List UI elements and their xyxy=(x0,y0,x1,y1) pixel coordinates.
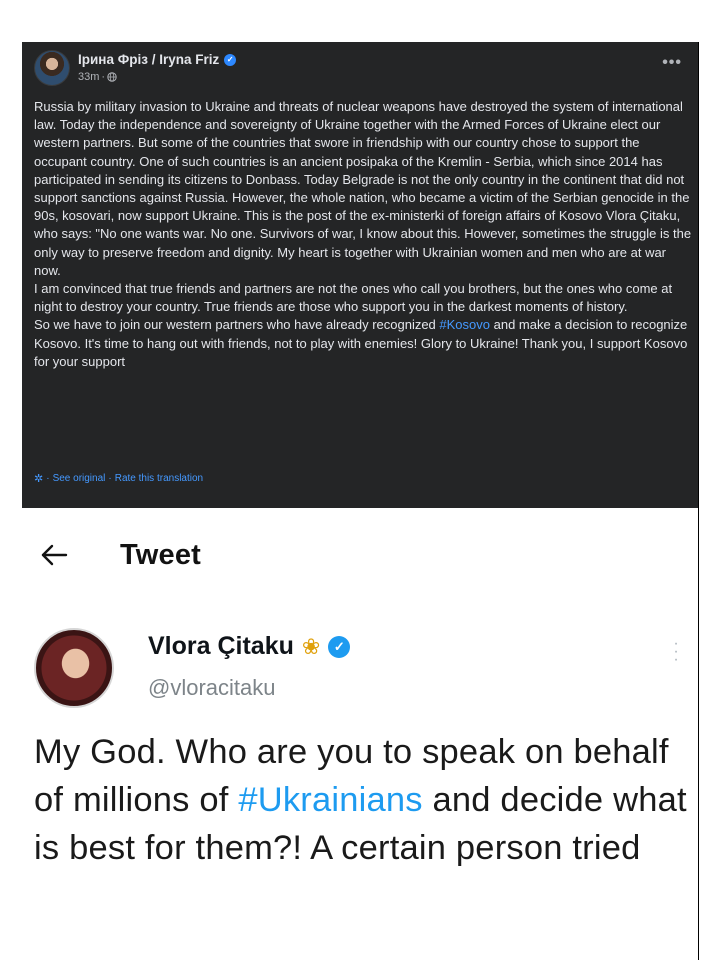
author-avatar[interactable] xyxy=(34,50,70,86)
post-paragraph-last: So we have to join our western partners … xyxy=(34,316,694,371)
verified-badge-icon: ✓ xyxy=(328,635,351,658)
translation-gear-icon[interactable]: ✲ xyxy=(34,472,43,485)
tweet-author-handle[interactable]: @vloracitaku xyxy=(148,675,276,701)
back-arrow-icon[interactable] xyxy=(40,543,68,567)
post-paragraph: Russia by military invasion to Ukraine a… xyxy=(34,99,692,278)
post-paragraph: I am convinced that true friends and par… xyxy=(34,281,673,315)
paragraph-text: So we have to join our western partners … xyxy=(34,317,440,333)
divider-line xyxy=(698,42,699,960)
sunflower-icon: ❀ xyxy=(301,633,321,659)
page-title: Tweet xyxy=(120,538,202,571)
translation-bar: ✲ · See original · Rate this translation xyxy=(34,472,203,485)
tweet-author-avatar[interactable] xyxy=(34,628,114,708)
tweet-text: My God. Who are you to speak on behalf o… xyxy=(34,728,694,872)
post-meta: 33m · xyxy=(78,71,117,83)
post-time[interactable]: 33m xyxy=(78,71,99,83)
translation-separator: · xyxy=(108,473,112,484)
kosovo-hashtag-link[interactable]: #Kosovo xyxy=(439,317,490,332)
post-options-icon[interactable]: ••• xyxy=(662,54,682,72)
see-original-link[interactable]: See original xyxy=(53,473,106,484)
tweet-author-name[interactable]: Vlora Çitaku xyxy=(148,632,294,661)
translation-separator: · xyxy=(46,473,50,484)
tweet-header: Tweet xyxy=(40,530,201,580)
facebook-post: Ірина Фріз / Iryna Friz ✓ 33m · ••• Russ… xyxy=(22,42,698,508)
tweet-author-row: Vlora Çitaku ❀ ✓ xyxy=(148,632,351,661)
rate-translation-link[interactable]: Rate this translation xyxy=(115,473,203,484)
verified-badge-icon: ✓ xyxy=(224,53,237,66)
ukrainians-hashtag-link[interactable]: #Ukrainians xyxy=(238,781,422,819)
post-body: Russia by military invasion to Ukraine a… xyxy=(34,98,694,371)
author-name[interactable]: Ірина Фріз / Iryna Friz xyxy=(78,52,219,67)
meta-separator: · xyxy=(101,71,106,83)
globe-icon xyxy=(107,72,117,82)
vertical-ellipsis-icon[interactable]: · · · xyxy=(672,636,680,668)
author-row: Ірина Фріз / Iryna Friz ✓ xyxy=(78,52,237,67)
